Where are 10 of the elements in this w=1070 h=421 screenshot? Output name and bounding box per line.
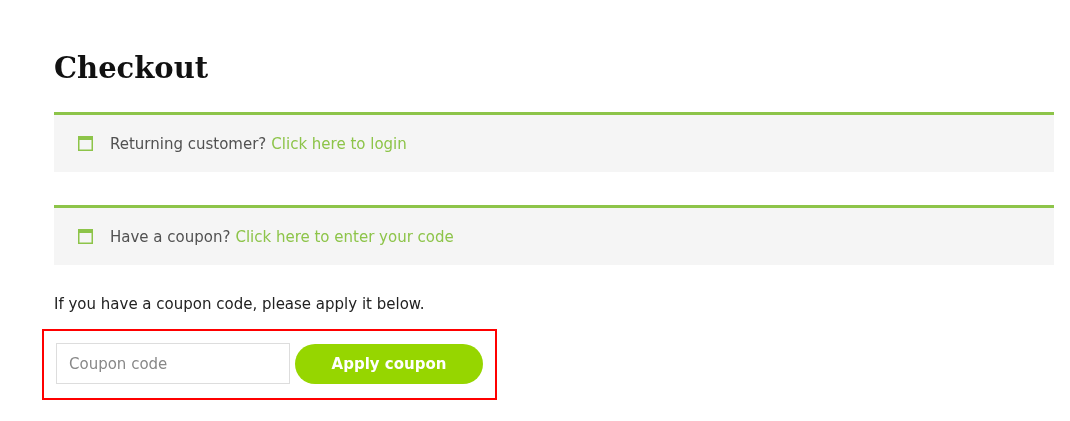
notice-link[interactable]: Click here to login	[271, 134, 407, 153]
notice-text: Returning customer?	[110, 134, 267, 153]
page-title: Checkout	[54, 50, 210, 87]
window-icon	[78, 136, 93, 151]
notice-text: Have a coupon?	[110, 227, 231, 246]
notice-link[interactable]: Click here to enter your code	[235, 227, 454, 246]
apply-coupon-button[interactable]: Apply coupon	[295, 343, 483, 384]
coupon-field[interactable]: Coupon code	[56, 343, 290, 384]
window-icon	[78, 229, 93, 244]
coupon-prompt: If you have a coupon code, please apply it below.	[54, 295, 426, 313]
